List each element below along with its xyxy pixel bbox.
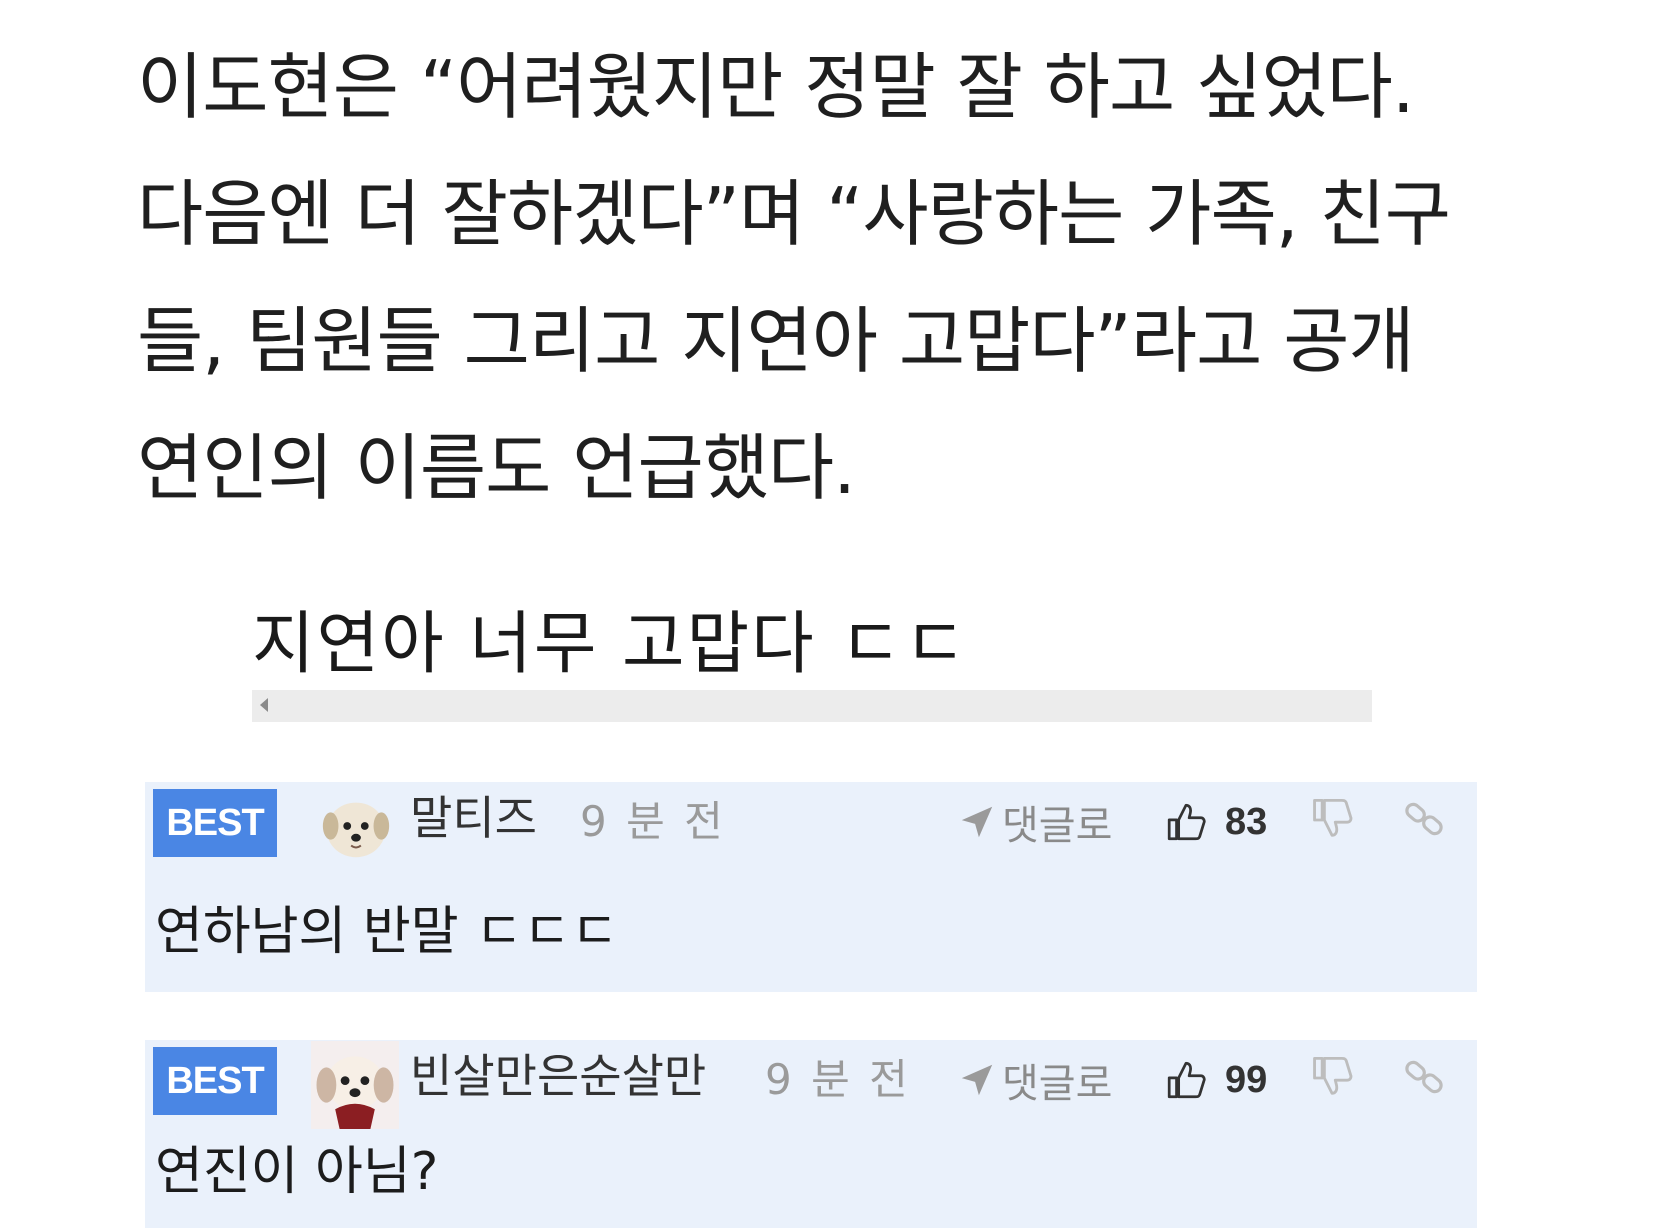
link-icon[interactable]: [1403, 798, 1445, 840]
best-badge: BEST: [153, 1047, 277, 1115]
thumbs-up-icon: [1167, 1061, 1206, 1099]
reply-label: 댓글로: [1002, 1061, 1113, 1107]
like-count: 99: [1225, 1058, 1268, 1101]
like-button[interactable]: 99: [1165, 1050, 1267, 1110]
thumbs-down-icon[interactable]: [1310, 1054, 1354, 1102]
article-line: 들, 팀원들 그리고 지연아 고맙다”라고 공개: [137, 299, 1415, 383]
article-line: 다음엔 더 잘하겠다”며 “사랑하는 가족, 친구: [137, 172, 1451, 256]
article-body: 이도현은 “어려웠지만 정말 잘 하고 싶었다. 다음엔 더 잘하겠다”며 “사…: [137, 24, 1537, 532]
dog-avatar-icon[interactable]: [311, 1041, 399, 1129]
best-comment: BEST 말티즈 9 분 전 댓글로 83 연하남의 반말 ㄷㄷㄷ: [145, 782, 1477, 992]
article-line: 이도현은 “어려웠지만 정말 잘 하고 싶었다.: [137, 45, 1415, 129]
like-count: 83: [1225, 800, 1268, 843]
like-button[interactable]: 83: [1165, 792, 1267, 852]
comment-text: 연진이 아님?: [155, 1142, 439, 1202]
horizontal-scrollbar[interactable]: [252, 690, 1372, 722]
comment-text: 연하남의 반말 ㄷㄷㄷ: [155, 902, 619, 962]
thumbs-down-icon[interactable]: [1310, 796, 1354, 844]
reply-button[interactable]: 댓글로: [958, 792, 1112, 852]
reply-button[interactable]: 댓글로: [958, 1050, 1112, 1110]
comment-author[interactable]: 빈살만은순살만: [410, 1048, 706, 1104]
best-badge: BEST: [153, 789, 277, 857]
comment-time: 9 분 전: [765, 1055, 911, 1104]
link-icon[interactable]: [1403, 1056, 1445, 1098]
article-line: 연인의 이름도 언급했다.: [137, 426, 856, 510]
dog-avatar-icon[interactable]: [317, 787, 395, 865]
comment-header: BEST 말티즈 9 분 전 댓글로 83: [145, 782, 1477, 872]
reply-label: 댓글로: [1002, 803, 1113, 849]
comment-author[interactable]: 말티즈: [410, 790, 537, 846]
send-arrow-icon: [961, 1064, 993, 1096]
comment-time: 9 분 전: [580, 797, 726, 846]
comment-header: BEST 빈살만은순살만 9 분 전 댓글로 99: [145, 1040, 1477, 1130]
scroll-left-arrow-icon[interactable]: [260, 698, 268, 712]
best-comment: BEST 빈살만은순살만 9 분 전 댓글로 99 연진이 아님?: [145, 1040, 1477, 1228]
send-arrow-icon: [961, 806, 993, 838]
thumbs-up-icon: [1167, 803, 1206, 841]
embedded-quote-text: 지연아 너무 고맙다 ㄷㄷ: [252, 605, 969, 684]
